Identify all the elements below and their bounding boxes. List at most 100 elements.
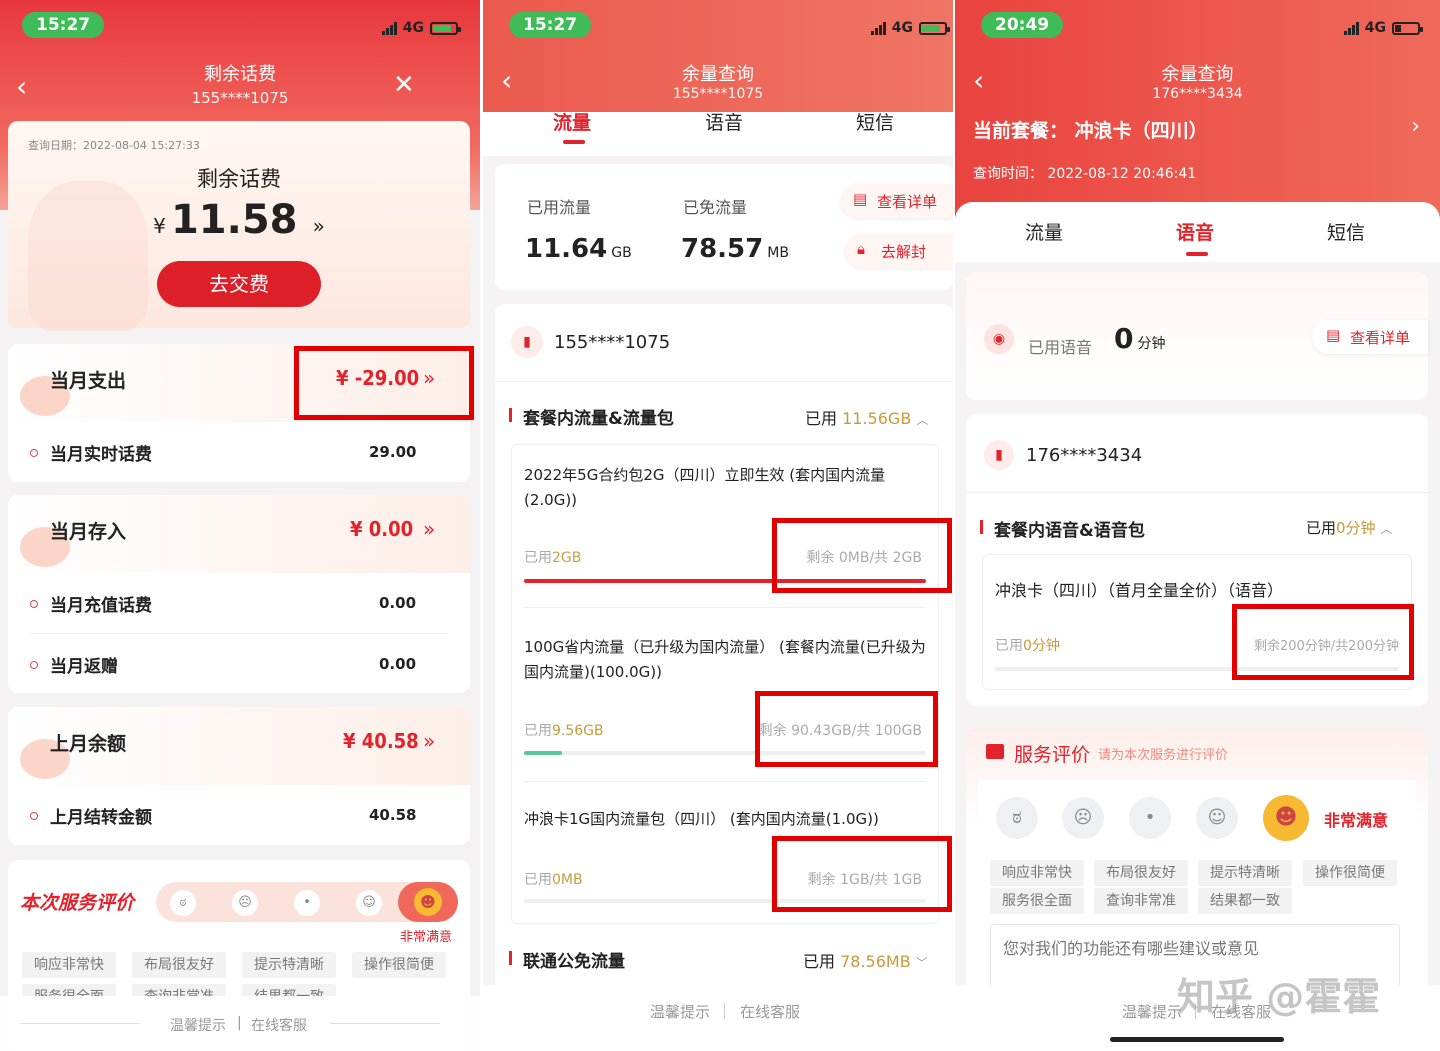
- section-used[interactable]: 已用0分钟 ︿: [1306, 517, 1392, 538]
- last-month-amount[interactable]: ¥ 40.58: [343, 729, 419, 753]
- online-service-link[interactable]: 在线客服: [251, 1015, 307, 1035]
- online-service-link[interactable]: 在线客服: [740, 1001, 800, 1022]
- signal-icon: [381, 21, 397, 35]
- neutral-icon[interactable]: •: [1129, 797, 1171, 839]
- tab-voice[interactable]: 语音: [705, 108, 743, 135]
- chevron-down-icon: ﹀: [915, 956, 928, 970]
- satisfied-icon[interactable]: ☺: [1196, 797, 1238, 839]
- rating-tag[interactable]: 提示特清晰: [1198, 860, 1292, 886]
- tab-data[interactable]: 流量: [1025, 218, 1063, 245]
- rating-tag[interactable]: 操作很简便: [352, 952, 446, 978]
- query-time: 查询时间： 2022-08-12 20:46:41: [973, 166, 1197, 182]
- tab-sms[interactable]: 短信: [856, 108, 894, 135]
- very-satisfied-icon[interactable]: ☻: [1263, 795, 1309, 841]
- tab-bar: 流量 语音 短信: [483, 112, 953, 156]
- voice-summary-card: ◉ 已用语音 0 分钟 ▤ 查看详单: [966, 272, 1428, 400]
- tab-sms[interactable]: 短信: [1327, 218, 1365, 245]
- package-list-card: ▮ 155****1075 套餐内流量&流量包 已用 11.56GB ︿ 202…: [495, 304, 953, 1051]
- rating-tag[interactable]: 响应非常快: [990, 860, 1084, 886]
- package-name: 100G省内流量（已升级为国内流量） (套餐内流量(已升级为国内流量)(100.…: [524, 638, 926, 681]
- free-data-label: 已免流量: [683, 198, 748, 217]
- section-marker: [980, 520, 983, 534]
- last-month-card: 上月余额 ¥ 40.58 » 上月结转金额 40.58: [8, 707, 470, 845]
- section-title: 套餐内流量&流量包: [523, 409, 674, 429]
- package-used: 已用0分钟: [995, 638, 1060, 654]
- tips-link[interactable]: 温馨提示: [650, 1001, 710, 1022]
- section-marker: [509, 408, 512, 422]
- selected-rating-label: 非常满意: [400, 930, 453, 945]
- package-name: 冲浪卡1G国内流量包（四川） (套内国内流量(1.0G)): [524, 810, 879, 828]
- very-unsatisfied-icon[interactable]: ಠ: [170, 890, 196, 916]
- section-used[interactable]: 已用 78.56MB ﹀: [803, 948, 928, 972]
- status-bar: 15:27 4G: [483, 0, 953, 50]
- rating-tag[interactable]: 布局很友好: [132, 952, 226, 978]
- phone-number: 155****1075: [672, 86, 764, 102]
- package-name: 冲浪卡（四川）（首月全量全价）（语音）: [995, 581, 1284, 600]
- section-used[interactable]: 已用 11.56GB ︿: [805, 405, 928, 429]
- page-title: 余量查询: [1161, 64, 1234, 85]
- chevron-up-icon: ︿: [1380, 522, 1393, 536]
- tab-data[interactable]: 流量: [553, 108, 591, 135]
- detail-button-label: 查看详单: [1350, 329, 1411, 347]
- panel-data-usage: 15:27 4G ‹ 余量查询 155****1075 流量 语音 短信 已用流…: [483, 0, 953, 1051]
- expense-title: 当月支出: [50, 370, 127, 392]
- section-title: 套餐内语音&语音包: [994, 521, 1145, 541]
- rating-tag[interactable]: 布局很友好: [1094, 860, 1188, 886]
- tips-link[interactable]: 温馨提示: [1122, 1001, 1182, 1022]
- phone-number: 155****1075: [191, 89, 289, 107]
- list-item: 当月充值话费: [30, 591, 152, 616]
- deposit-card: 当月存入 ¥ 0.00 » 当月充值话费 0.00 当月返赠 0.00: [8, 495, 470, 693]
- highlight-box: [755, 691, 938, 767]
- rating-tag[interactable]: 服务很全面: [990, 888, 1084, 914]
- signal-icon: [870, 21, 886, 35]
- battery-icon: [1392, 21, 1423, 35]
- rating-tag[interactable]: 查询非常准: [1094, 888, 1188, 914]
- list-item-value: 40.58: [369, 806, 417, 824]
- satisfied-icon[interactable]: ☺: [356, 890, 382, 916]
- rating-tag[interactable]: 提示特清晰: [242, 952, 336, 978]
- rating-title: 服务评价: [1014, 744, 1091, 766]
- phone-number: 176****3434: [1026, 445, 1143, 466]
- footer-divider: |: [237, 1015, 242, 1031]
- chevron-right-icon[interactable]: »: [423, 517, 435, 541]
- highlight-box: [1232, 604, 1414, 680]
- pay-button[interactable]: 去交费: [157, 261, 321, 307]
- package-used: 已用9.56GB: [524, 723, 604, 739]
- unsatisfied-icon[interactable]: ☹: [232, 890, 258, 916]
- rating-tag[interactable]: 结果都一致: [1198, 888, 1292, 914]
- sim-card-icon: ▮: [511, 326, 543, 358]
- very-satisfied-icon[interactable]: ☻: [414, 888, 442, 916]
- tab-voice[interactable]: 语音: [1176, 218, 1214, 245]
- home-indicator: [1110, 1037, 1284, 1042]
- very-unsatisfied-icon[interactable]: ಠ: [996, 797, 1038, 839]
- used-voice-unit: 分钟: [1137, 336, 1166, 352]
- unlock-button[interactable]: 🔒︎ 去解封: [845, 234, 953, 268]
- deposit-amount[interactable]: ¥ 0.00: [350, 517, 413, 541]
- watermark: 知乎 @霍霍: [1177, 975, 1381, 1019]
- rating-tag[interactable]: 操作很简便: [1303, 860, 1397, 886]
- progress-fill: [524, 751, 562, 755]
- last-month-title: 上月余额: [50, 733, 127, 755]
- neutral-icon[interactable]: •: [294, 890, 320, 916]
- panel-balance: 15:27 4G ‹ ✕ 剩余话费 155****1075 查询日期：2022-…: [0, 0, 480, 1051]
- detail-button[interactable]: ▤ 查看详单: [841, 184, 953, 218]
- lock-icon: 🔒︎: [857, 240, 865, 258]
- current-plan[interactable]: 当前套餐： 冲浪卡（四川）: [973, 116, 1208, 143]
- package-name: 2022年5G合约包2G（四川）立即生效 (套内国内流量(2.0G)): [524, 466, 886, 509]
- chevron-right-icon[interactable]: »: [423, 729, 435, 753]
- page-title: 剩余话费: [204, 64, 276, 85]
- balance-card: 查询日期：2022-08-04 15:27:33 剩余话费 ¥ 11.58 » …: [8, 121, 470, 331]
- status-time: 15:27: [509, 12, 592, 38]
- footer-bar: 温馨提示 在线客服: [483, 985, 953, 1051]
- document-icon: ▤: [853, 190, 868, 208]
- free-data-unit: MB: [767, 245, 789, 261]
- used-data-unit: GB: [611, 245, 632, 261]
- unsatisfied-icon[interactable]: ☹: [1062, 797, 1104, 839]
- tips-link[interactable]: 温馨提示: [170, 1015, 226, 1035]
- rating-tag[interactable]: 响应非常快: [22, 952, 116, 978]
- detail-button[interactable]: ▤ 查看详单: [1312, 320, 1428, 354]
- chevron-right-icon[interactable]: »: [313, 214, 325, 238]
- battery-icon: [430, 21, 461, 35]
- chevron-right-icon[interactable]: ›: [1411, 114, 1420, 139]
- list-item-value: 0.00: [379, 594, 417, 612]
